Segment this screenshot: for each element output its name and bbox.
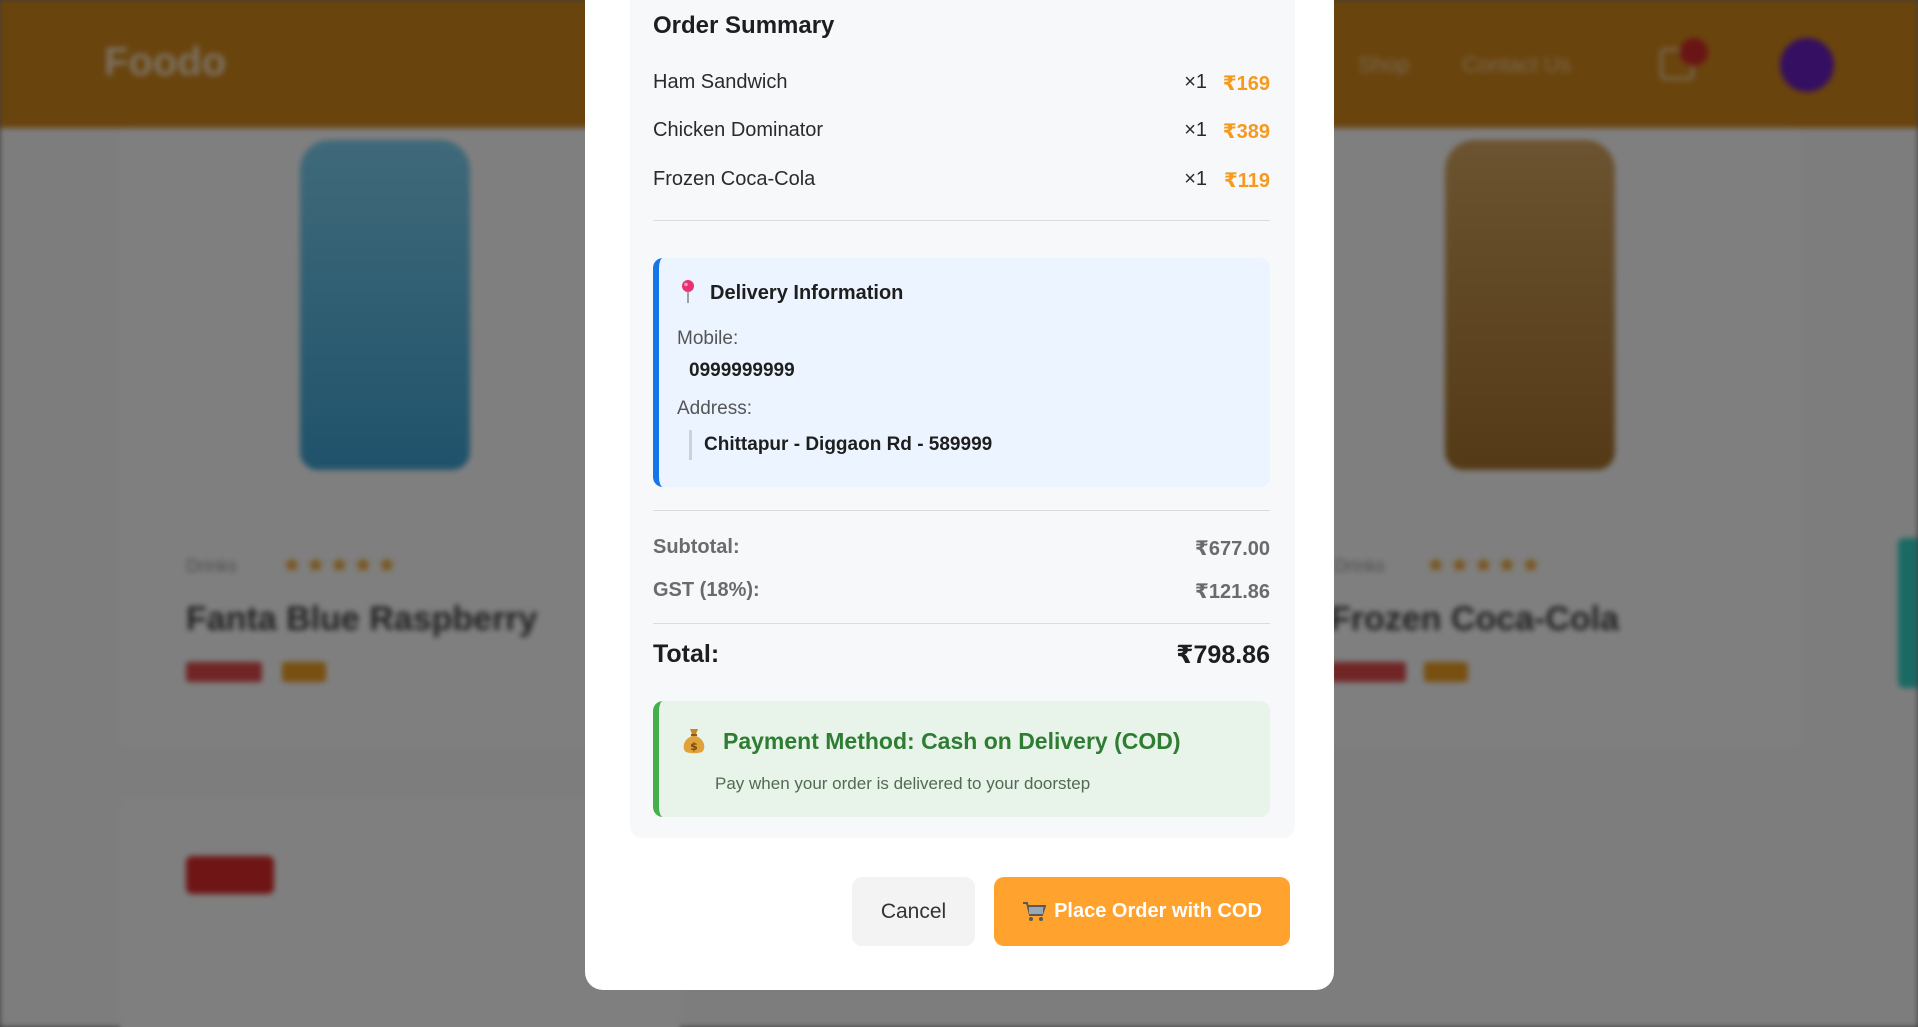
divider	[653, 510, 1270, 511]
delivery-info-box: Delivery Information Mobile: 0999999999 …	[653, 258, 1270, 487]
divider	[653, 623, 1270, 624]
address-label: Address:	[677, 398, 752, 419]
money-bag-icon: $	[683, 729, 705, 754]
item-name: Frozen Coca-Cola	[653, 168, 816, 190]
item-name: Chicken Dominator	[653, 119, 824, 141]
place-order-button[interactable]: Place Order with COD	[994, 877, 1290, 946]
cancel-button[interactable]: Cancel	[852, 877, 975, 946]
item-name: Ham Sandwich	[653, 71, 788, 93]
order-item: Frozen Coca-Cola ×1 ₹119	[653, 165, 1270, 195]
subtotal-label: Subtotal:	[653, 536, 740, 558]
mobile-label: Mobile:	[677, 328, 739, 349]
divider	[653, 220, 1270, 221]
address-block: Chittapur - Diggaon Rd - 589999	[689, 430, 992, 460]
delivery-info-title: Delivery Information	[710, 282, 904, 304]
order-summary-panel: Order Summary Ham Sandwich ×1 ₹169 Chick…	[630, 0, 1295, 838]
payment-method-subtitle: Pay when your order is delivered to your…	[715, 774, 1091, 793]
total-label: Total:	[653, 640, 720, 668]
gst-label: GST (18%):	[653, 579, 760, 601]
address-value: Chittapur - Diggaon Rd - 589999	[704, 434, 993, 455]
place-order-label: Place Order with COD	[1054, 900, 1262, 922]
item-quantity: ×1	[1184, 71, 1207, 93]
gst-value: ₹121.86	[1194, 581, 1270, 603]
order-summary-title: Order Summary	[653, 12, 835, 39]
order-item: Chicken Dominator ×1 ₹389	[653, 116, 1270, 146]
item-quantity: ×1	[1184, 119, 1207, 141]
item-price: ₹389	[1222, 121, 1270, 143]
checkout-modal: Order Summary Ham Sandwich ×1 ₹169 Chick…	[585, 0, 1334, 990]
total-value: ₹798.86	[1176, 641, 1270, 669]
mobile-value: 0999999999	[689, 360, 795, 381]
item-price: ₹169	[1222, 73, 1270, 95]
order-item: Ham Sandwich ×1 ₹169	[653, 68, 1270, 98]
payment-method-title: Payment Method: Cash on Delivery (COD)	[723, 728, 1181, 754]
svg-text:$: $	[690, 740, 698, 753]
payment-method-box: $ Payment Method: Cash on Delivery (COD)…	[653, 701, 1270, 817]
item-price: ₹119	[1223, 170, 1270, 192]
map-pin-icon	[682, 280, 694, 303]
subtotal-value: ₹677.00	[1194, 538, 1270, 560]
cart-icon	[1023, 901, 1047, 921]
item-quantity: ×1	[1184, 168, 1207, 190]
